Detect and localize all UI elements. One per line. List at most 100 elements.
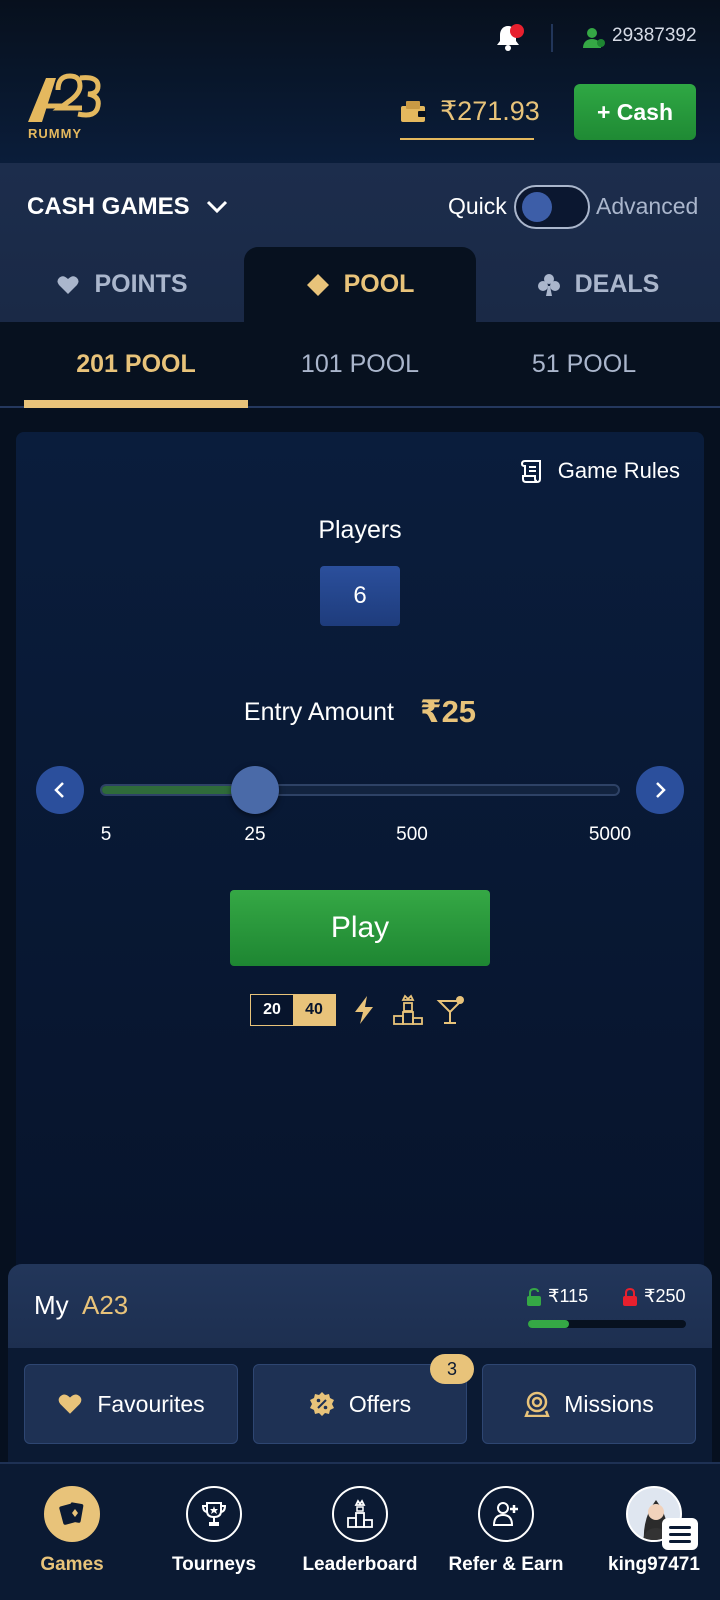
slider-tick-25: 25: [244, 824, 266, 845]
cash-games-dropdown[interactable]: CASH GAMES: [27, 193, 228, 221]
wallet-amount: ₹271.93: [440, 96, 540, 126]
subtab-51-pool[interactable]: 51 POOL: [472, 322, 696, 406]
unlocked-balance-value: ₹115: [548, 1286, 589, 1306]
missions-button[interactable]: Missions: [482, 1364, 696, 1444]
locked-balance: ₹250: [622, 1286, 685, 1307]
scroll-icon: [520, 460, 541, 483]
my-a23-panel: My A23 ₹115 ₹250 Favourites Offers 3 Mis…: [8, 1264, 712, 1464]
game-type-bar: CASH GAMES Quick Advanced POINTS POOL DE…: [0, 163, 720, 322]
lightning-icon: [355, 996, 373, 1024]
entry-amount-slider[interactable]: [100, 784, 620, 796]
favourites-label: Favourites: [97, 1390, 205, 1417]
slider-handle[interactable]: [231, 766, 279, 814]
balance-progress: [528, 1320, 686, 1328]
tab-deals-label: DEALS: [574, 270, 660, 298]
target-icon: [524, 1391, 551, 1417]
tab-pool-label: POOL: [343, 270, 415, 298]
podium-icon: [393, 994, 423, 1025]
tab-deals[interactable]: DEALS: [476, 247, 720, 322]
play-button[interactable]: Play: [230, 890, 490, 966]
players-option-6[interactable]: 6: [320, 566, 400, 626]
pool-subtabs: 201 POOL 101 POOL 51 POOL: [0, 322, 720, 408]
menu-icon-line: [669, 1532, 691, 1536]
header-divider: [551, 24, 553, 52]
diamond-icon: [306, 273, 329, 296]
game-config-card: Game Rules Players 6 Entry Amount ₹25 5 …: [16, 432, 704, 1272]
tab-points[interactable]: POINTS: [0, 247, 244, 322]
locked-balance-value: ₹250: [644, 1286, 686, 1306]
cards-icon: [59, 1502, 84, 1525]
top-header: 29387392 RUMMY ₹271.93 + Cash: [0, 0, 720, 163]
points-badge: 20 40: [250, 994, 336, 1026]
heart-icon: [58, 1394, 82, 1414]
my-a23-title: My: [34, 1290, 69, 1320]
nav-tourneys-icon-wrap: [186, 1486, 242, 1542]
user-id-icon: [583, 28, 605, 48]
toggle-knob: [522, 192, 552, 222]
cocktail-icon: [436, 996, 464, 1024]
nav-profile[interactable]: king97471: [582, 1464, 720, 1600]
nav-refer-label: Refer & Earn: [448, 1554, 564, 1575]
menu-icon[interactable]: [662, 1518, 698, 1550]
tab-points-label: POINTS: [94, 270, 188, 298]
bottom-navigation: Games Tourneys Leaderboard Refer & Earn …: [0, 1462, 720, 1600]
quick-advanced-toggle[interactable]: [514, 185, 590, 229]
wallet-balance[interactable]: ₹271.93: [400, 94, 540, 140]
slider-tick-500: 500: [396, 824, 428, 845]
missions-label: Missions: [564, 1390, 654, 1417]
slider-tick-5: 5: [100, 824, 112, 845]
quick-label: Quick: [448, 193, 507, 219]
my-a23-brand: A23: [82, 1290, 129, 1320]
slider-tick-5000: 5000: [588, 824, 632, 845]
lock-icon: [623, 1287, 637, 1306]
unlocked-balance: ₹115: [526, 1286, 588, 1307]
chevron-left-icon: [54, 782, 64, 798]
notification-dot: [510, 24, 524, 38]
nav-leaderboard[interactable]: Leaderboard: [288, 1464, 432, 1600]
refer-icon: [492, 1502, 518, 1526]
trophy-icon: [201, 1502, 227, 1526]
offers-label: Offers: [348, 1390, 412, 1417]
cash-games-label: CASH GAMES: [27, 193, 190, 220]
slider-prev-button[interactable]: [36, 766, 84, 814]
club-icon: [537, 273, 560, 296]
nav-leaderboard-icon-wrap: [332, 1486, 388, 1542]
add-cash-button[interactable]: + Cash: [574, 84, 696, 140]
slider-next-button[interactable]: [636, 766, 684, 814]
wallet-icon: [401, 101, 426, 122]
nav-games[interactable]: Games: [0, 1464, 144, 1600]
subtab-201-pool[interactable]: 201 POOL: [24, 322, 248, 408]
logo-text: RUMMY: [28, 126, 83, 141]
menu-icon-line: [669, 1539, 691, 1543]
game-features-row: 20 40: [250, 994, 468, 1026]
nav-leaderboard-label: Leaderboard: [302, 1554, 418, 1575]
points-a: 20: [251, 995, 293, 1025]
nav-profile-label: king97471: [608, 1554, 700, 1575]
nav-refer-earn[interactable]: Refer & Earn: [434, 1464, 578, 1600]
subtab-101-pool[interactable]: 101 POOL: [248, 322, 472, 406]
nav-tourneys-label: Tourneys: [171, 1554, 257, 1575]
my-a23-header[interactable]: My A23 ₹115 ₹250: [8, 1264, 712, 1348]
nav-games-icon-wrap: [44, 1486, 100, 1542]
favourites-button[interactable]: Favourites: [24, 1364, 238, 1444]
game-rules-link[interactable]: Game Rules: [520, 458, 680, 484]
menu-icon-line: [669, 1525, 691, 1529]
discount-icon: [309, 1392, 334, 1416]
game-variant-tabs: POINTS POOL DEALS: [0, 247, 720, 322]
entry-amount-label: Entry Amount: [243, 697, 394, 726]
points-b: 40: [293, 995, 335, 1025]
chevron-down-icon: [206, 200, 227, 214]
unlock-icon: [527, 1287, 541, 1306]
advanced-label: Advanced: [596, 193, 699, 219]
chevron-right-icon: [656, 782, 666, 798]
game-rules-label: Game Rules: [557, 458, 680, 483]
nav-games-label: Games: [40, 1554, 104, 1575]
nav-refer-icon-wrap: [478, 1486, 534, 1542]
heart-icon: [57, 275, 79, 294]
offers-count-badge: 3: [430, 1354, 474, 1384]
tab-pool[interactable]: POOL: [244, 247, 476, 322]
leaderboard-icon: [347, 1499, 373, 1528]
nav-tourneys[interactable]: Tourneys: [142, 1464, 286, 1600]
entry-amount-value: ₹25: [420, 694, 477, 729]
players-label: Players: [318, 516, 402, 544]
